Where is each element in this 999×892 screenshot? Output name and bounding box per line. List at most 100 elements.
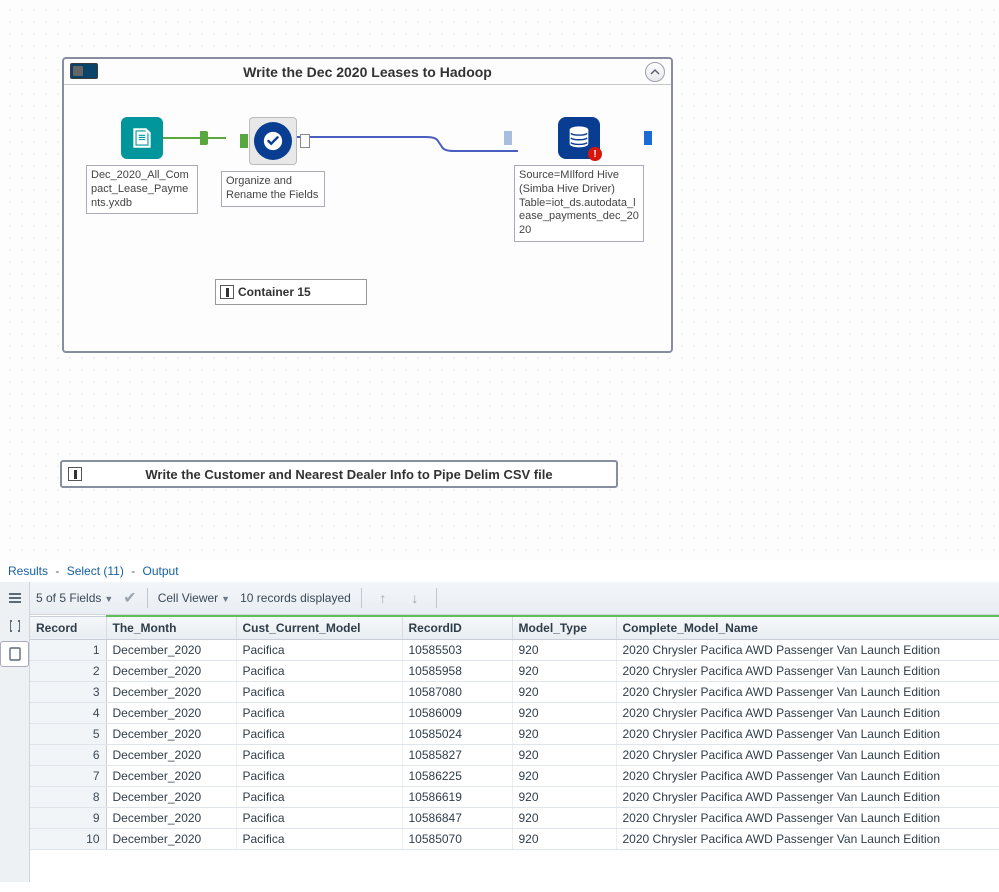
cell-record-number: 5 (30, 724, 106, 745)
output-anchor[interactable] (300, 134, 310, 148)
cell-model-type: 920 (512, 808, 616, 829)
cell-recordid: 10585827 (402, 745, 512, 766)
col-recordid[interactable]: RecordID (402, 616, 512, 640)
container-enable-toggle[interactable] (70, 63, 98, 79)
cell-month: December_2020 (106, 640, 236, 661)
workflow-canvas[interactable]: Write the Dec 2020 Leases to Hadoop Dec_… (0, 0, 999, 560)
cell-record-number: 7 (30, 766, 106, 787)
cell-record-number: 6 (30, 745, 106, 766)
container-enable-toggle[interactable] (68, 467, 82, 481)
cell-month: December_2020 (106, 787, 236, 808)
cell-model-type: 920 (512, 766, 616, 787)
cell-recordid: 10586225 (402, 766, 512, 787)
cell-complete-name: 2020 Chrysler Pacifica AWD Passenger Van… (616, 745, 999, 766)
cell-model: Pacifica (236, 829, 402, 850)
col-the-month[interactable]: The_Month (106, 616, 236, 640)
cell-model: Pacifica (236, 745, 402, 766)
database-output-icon: ! (558, 117, 600, 159)
cell-record-number: 4 (30, 703, 106, 724)
cell-complete-name: 2020 Chrysler Pacifica AWD Passenger Van… (616, 766, 999, 787)
cell-record-number: 9 (30, 808, 106, 829)
table-row[interactable]: 3December_2020Pacifica105870809202020 Ch… (30, 682, 999, 703)
cell-month: December_2020 (106, 829, 236, 850)
col-complete-model-name[interactable]: Complete_Model_Name (616, 616, 999, 640)
output-anchor[interactable] (200, 131, 208, 145)
grid-header-row: Record The_Month Cust_Current_Model Reco… (30, 616, 999, 640)
table-row[interactable]: 8December_2020Pacifica105866199202020 Ch… (30, 787, 999, 808)
results-view-tabs (0, 582, 30, 882)
tool-container-csv[interactable]: Write the Customer and Nearest Dealer In… (60, 460, 618, 488)
container-header[interactable]: Write the Dec 2020 Leases to Hadoop (64, 59, 671, 85)
cell-model: Pacifica (236, 661, 402, 682)
cell-recordid: 10587080 (402, 682, 512, 703)
cell-complete-name: 2020 Chrysler Pacifica AWD Passenger Van… (616, 661, 999, 682)
results-panel: Results - Select (11) - Output 5 of 5 Fi… (0, 560, 999, 892)
input-anchor[interactable] (240, 134, 248, 148)
select-tool[interactable]: Organize and Rename the Fields (221, 117, 325, 207)
breadcrumb-tool[interactable]: Select (11) (67, 564, 124, 578)
results-breadcrumb: Results - Select (11) - Output (0, 560, 999, 582)
results-grid[interactable]: Record The_Month Cust_Current_Model Reco… (30, 615, 999, 850)
col-model-type[interactable]: Model_Type (512, 616, 616, 640)
bracket-icon (7, 618, 23, 634)
select-tool-icon (254, 122, 292, 160)
table-row[interactable]: 4December_2020Pacifica105860099202020 Ch… (30, 703, 999, 724)
records-displayed-label: 10 records displayed (240, 591, 351, 605)
table-row[interactable]: 6December_2020Pacifica105858279202020 Ch… (30, 745, 999, 766)
cell-complete-name: 2020 Chrysler Pacifica AWD Passenger Van… (616, 703, 999, 724)
tool-container-15[interactable]: Container 15 (215, 279, 367, 305)
table-row[interactable]: 9December_2020Pacifica105868479202020 Ch… (30, 808, 999, 829)
cell-model: Pacifica (236, 766, 402, 787)
cell-month: December_2020 (106, 808, 236, 829)
output-anchor[interactable] (644, 131, 652, 145)
cell-record-number: 3 (30, 682, 106, 703)
table-row[interactable]: 5December_2020Pacifica105850249202020 Ch… (30, 724, 999, 745)
table-row[interactable]: 2December_2020Pacifica105859589202020 Ch… (30, 661, 999, 682)
cell-model-type: 920 (512, 724, 616, 745)
error-badge-icon: ! (588, 147, 602, 161)
cell-recordid: 10585503 (402, 640, 512, 661)
cell-viewer-dropdown[interactable]: Cell Viewer▼ (158, 591, 230, 605)
cell-complete-name: 2020 Chrysler Pacifica AWD Passenger Van… (616, 829, 999, 850)
output-data-tool[interactable]: ! Source=MIlford Hive (Simba Hive Driver… (514, 117, 644, 242)
cell-complete-name: 2020 Chrysler Pacifica AWD Passenger Van… (616, 724, 999, 745)
cell-month: December_2020 (106, 745, 236, 766)
metadata-view-tab[interactable] (0, 613, 29, 639)
cell-model: Pacifica (236, 787, 402, 808)
cell-model: Pacifica (236, 703, 402, 724)
table-row[interactable]: 7December_2020Pacifica105862259202020 Ch… (30, 766, 999, 787)
cell-month: December_2020 (106, 766, 236, 787)
cell-complete-name: 2020 Chrysler Pacifica AWD Passenger Van… (616, 808, 999, 829)
prev-record-button[interactable]: ↑ (372, 590, 394, 606)
table-row[interactable]: 10December_2020Pacifica105850709202020 C… (30, 829, 999, 850)
tool-annotation[interactable]: Source=MIlford Hive (Simba Hive Driver) … (514, 165, 644, 242)
tool-annotation[interactable]: Dec_2020_All_Compact_Lease_Payments.yxdb (86, 165, 198, 214)
cell-model: Pacifica (236, 682, 402, 703)
col-cust-current-model[interactable]: Cust_Current_Model (236, 616, 402, 640)
next-record-button[interactable]: ↓ (404, 590, 426, 606)
cell-recordid: 10585024 (402, 724, 512, 745)
apply-fields-icon[interactable]: ✔ (123, 588, 136, 608)
col-record[interactable]: Record (30, 616, 106, 640)
map-view-tab[interactable] (0, 641, 29, 667)
breadcrumb-anchor[interactable]: Output (143, 564, 179, 578)
input-data-tool[interactable]: Dec_2020_All_Compact_Lease_Payments.yxdb (86, 117, 198, 214)
input-anchor[interactable] (504, 131, 512, 145)
cell-recordid: 10585958 (402, 661, 512, 682)
table-row[interactable]: 1December_2020Pacifica105855039202020 Ch… (30, 640, 999, 661)
breadcrumb-results[interactable]: Results (8, 564, 48, 578)
cell-month: December_2020 (106, 661, 236, 682)
cell-model-type: 920 (512, 787, 616, 808)
container-collapse-button[interactable] (645, 62, 665, 82)
tool-annotation[interactable]: Organize and Rename the Fields (221, 171, 325, 207)
list-icon (7, 590, 23, 606)
data-view-tab[interactable] (0, 585, 29, 611)
cell-recordid: 10585070 (402, 829, 512, 850)
input-data-icon (121, 117, 163, 159)
tool-container-hadoop[interactable]: Write the Dec 2020 Leases to Hadoop Dec_… (62, 57, 673, 353)
cell-model-type: 920 (512, 640, 616, 661)
cell-complete-name: 2020 Chrysler Pacifica AWD Passenger Van… (616, 787, 999, 808)
fields-selector[interactable]: 5 of 5 Fields▼ (36, 591, 113, 605)
container-title: Container 15 (238, 285, 311, 299)
container-enable-toggle[interactable] (220, 285, 234, 299)
